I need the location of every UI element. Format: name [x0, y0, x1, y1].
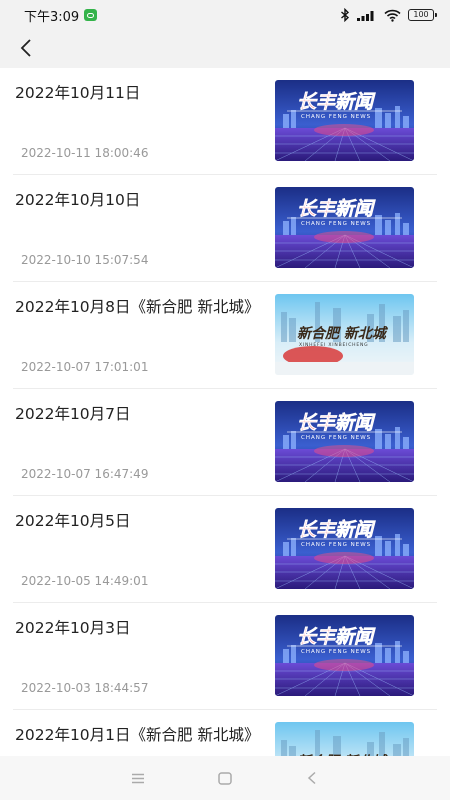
wechat-notification-icon: [84, 9, 98, 21]
svg-text:长丰新闻: 长丰新闻: [297, 198, 376, 220]
xinhefei-thumbnail-art: 新合肥 新北城XINHEFEI XINBEICHENG: [275, 722, 414, 756]
wifi-icon: [384, 9, 401, 22]
svg-text:CHANG FENG NEWS: CHANG FENG NEWS: [301, 114, 371, 120]
news-item-thumbnail[interactable]: 长丰新闻 CHANG FENG NEWS: [275, 187, 414, 268]
status-time: 下午3:09: [24, 9, 80, 25]
battery-level: 100: [413, 10, 429, 19]
home-button[interactable]: [213, 766, 237, 790]
news-list-item[interactable]: 2022年10月5日 2022-10-05 14:49:01 长丰新闻 CHANG F…: [13, 496, 437, 603]
svg-text:CHANG FENG NEWS: CHANG FENG NEWS: [301, 542, 371, 548]
changfeng-news-thumbnail-art: 长丰新闻CHANG FENG NEWS: [275, 508, 414, 589]
system-back-button[interactable]: [300, 766, 324, 790]
news-item-timestamp: 2022-10-07 17:01:01: [21, 360, 149, 374]
news-list-item[interactable]: 2022年10月1日《新合肥 新北城》新合肥 新北城XINHEFEI XINBE…: [13, 710, 437, 756]
status-icons: 100: [340, 8, 437, 22]
svg-text:长丰新闻: 长丰新闻: [297, 519, 376, 541]
svg-text:CHANG FENG NEWS: CHANG FENG NEWS: [301, 221, 371, 227]
news-list-item[interactable]: 2022年10月10日 2022-10-10 15:07:54 长丰新闻 CHANG …: [13, 175, 437, 282]
news-list-item[interactable]: 2022年10月3日 2022-10-03 18:44:57 长丰新闻 CHANG F…: [13, 603, 437, 710]
news-item-timestamp: 2022-10-07 16:47:49: [21, 467, 149, 481]
news-item-timestamp: 2022-10-05 14:49:01: [21, 574, 149, 588]
news-item-title: 2022年10月7日: [15, 405, 131, 423]
svg-text:CHANG FENG NEWS: CHANG FENG NEWS: [301, 649, 371, 655]
home-icon: [218, 771, 232, 785]
news-item-timestamp: 2022-10-11 18:00:46: [21, 146, 149, 160]
bluetooth-icon: [341, 8, 350, 22]
news-item-title: 2022年10月10日: [15, 191, 141, 209]
news-item-thumbnail[interactable]: 长丰新闻 CHANG FENG NEWS: [275, 508, 414, 589]
news-item-title: 2022年10月5日: [15, 512, 131, 530]
news-list-item[interactable]: 2022年10月7日 2022-10-07 16:47:49 长丰新闻 CHANG F…: [13, 389, 437, 496]
battery-icon: 100: [408, 9, 437, 21]
changfeng-news-thumbnail-art: 长丰新闻CHANG FENG NEWS: [275, 187, 414, 268]
back-button[interactable]: [12, 34, 40, 62]
changfeng-news-thumbnail-art: 长丰新闻CHANG FENG NEWS: [275, 615, 414, 696]
svg-text:长丰新闻: 长丰新闻: [297, 626, 376, 648]
system-nav-bar: [0, 756, 450, 800]
signal-icon: [357, 11, 374, 21]
back-arrow-icon: [20, 39, 31, 57]
news-item-title: 2022年10月8日《新合肥 新北城》: [15, 298, 260, 316]
news-item-thumbnail[interactable]: 长丰新闻 CHANG FENG NEWS: [275, 401, 414, 482]
news-item-timestamp: 2022-10-03 18:44:57: [21, 681, 149, 695]
menu-icon: [132, 773, 145, 783]
svg-text:XINHEFEI XINBEICHENG: XINHEFEI XINBEICHENG: [299, 342, 368, 348]
changfeng-news-thumbnail-art: 长丰新闻CHANG FENG NEWS: [275, 401, 414, 482]
news-list-item[interactable]: 2022年10月11日 2022-10-11 18:00:46 长丰新闻 CHANG …: [13, 68, 437, 175]
changfeng-news-thumbnail-art: 长丰新闻CHANG FENG NEWS: [275, 80, 414, 161]
news-item-title: 2022年10月11日: [15, 84, 141, 102]
svg-text:长丰新闻: 长丰新闻: [297, 412, 376, 434]
news-list[interactable]: 2022年10月11日 2022-10-11 18:00:46 长丰新闻 CHANG …: [0, 68, 450, 756]
xinhefei-thumbnail-art: 新合肥 新北城XINHEFEI XINBEICHENG: [275, 294, 414, 375]
news-item-thumbnail[interactable]: 长丰新闻 CHANG FENG NEWS: [275, 80, 414, 161]
back-triangle-icon: [307, 771, 316, 785]
svg-text:新合肥 新北城: 新合肥 新北城: [297, 325, 389, 342]
news-item-thumbnail[interactable]: 新合肥 新北城XINHEFEI XINBEICHENG: [275, 294, 414, 375]
news-item-title: 2022年10月1日《新合肥 新北城》: [15, 726, 260, 744]
nav-bar: [0, 30, 450, 68]
svg-text:长丰新闻: 长丰新闻: [297, 91, 376, 113]
news-item-thumbnail[interactable]: 长丰新闻 CHANG FENG NEWS: [275, 615, 414, 696]
news-item-thumbnail[interactable]: 新合肥 新北城XINHEFEI XINBEICHENG: [275, 722, 414, 756]
menu-button[interactable]: [126, 766, 150, 790]
news-item-timestamp: 2022-10-10 15:07:54: [21, 253, 149, 267]
news-item-title: 2022年10月3日: [15, 619, 131, 637]
svg-text:CHANG FENG NEWS: CHANG FENG NEWS: [301, 435, 371, 441]
news-list-item[interactable]: 2022年10月8日《新合肥 新北城》 2022-10-07 17:01:01 新合…: [13, 282, 437, 389]
status-bar: 下午3:09 100: [0, 0, 450, 30]
